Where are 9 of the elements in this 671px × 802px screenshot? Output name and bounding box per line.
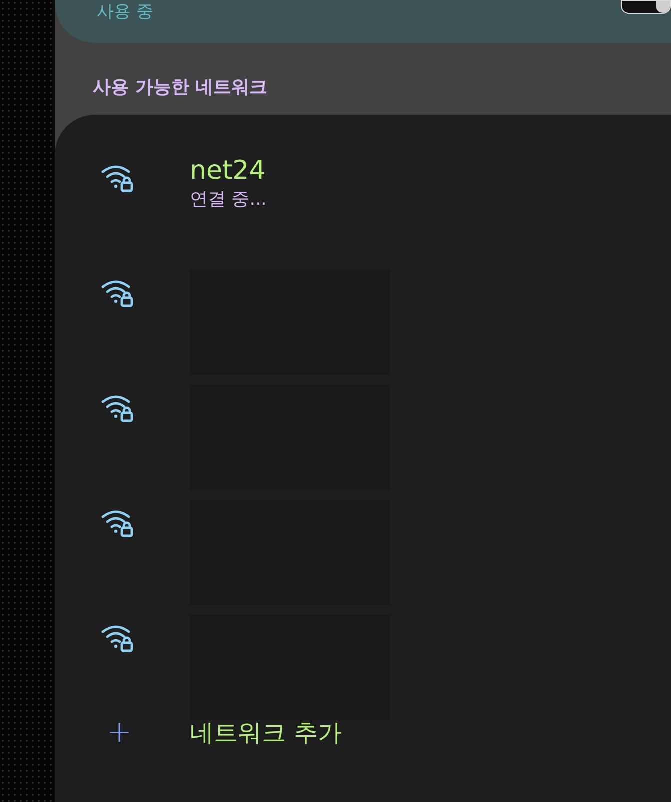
network-name: net24 [190, 155, 267, 187]
toggle-switch[interactable] [621, 0, 671, 14]
plus-icon: + [107, 718, 132, 748]
section-title: 사용 중 [97, 2, 154, 22]
add-network-button[interactable]: + 네트워크 추가 [55, 718, 671, 748]
add-network-label: 네트워크 추가 [190, 718, 342, 748]
network-item[interactable]: net24 연결 중... [55, 155, 671, 270]
network-status: 연결 중... [190, 188, 267, 212]
section-header: 사용 가능한 네트워크 [93, 76, 268, 100]
